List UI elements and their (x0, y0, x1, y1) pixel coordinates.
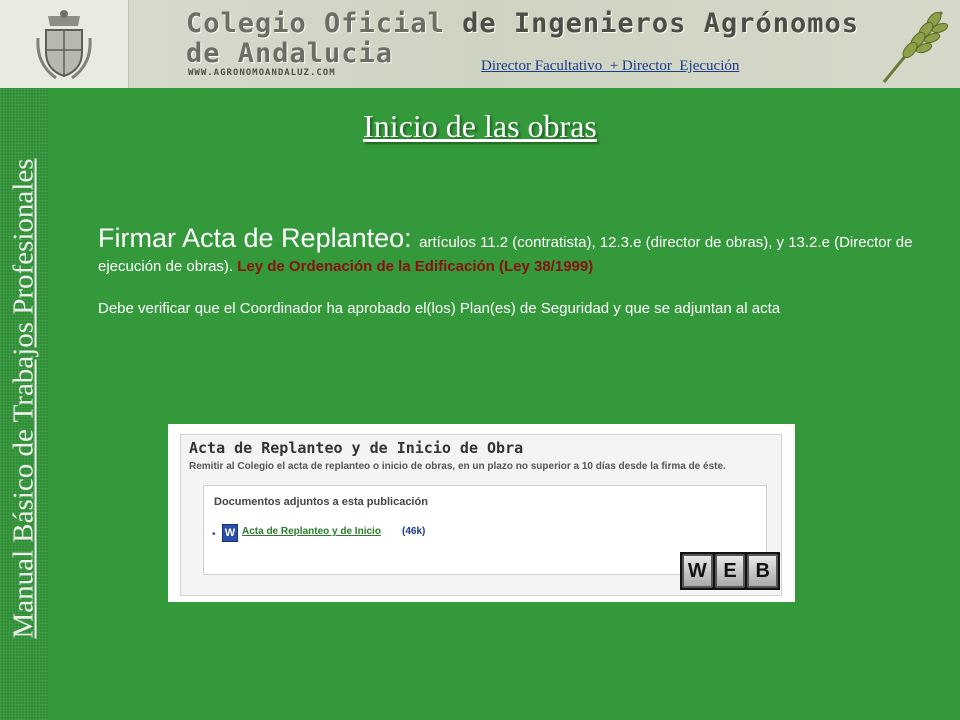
law-reference: Ley de Ordenación de la Edificación (Ley… (237, 258, 594, 275)
web-keys-badge[interactable]: W E B (680, 552, 780, 590)
para1-heading: Firmar Acta de Replanteo: (98, 223, 420, 253)
page-title: Inicio de las obras (363, 108, 597, 144)
coat-of-arms-icon (36, 10, 92, 80)
sidebar-band: Manual Básico de Trabajos Profesionales (0, 88, 48, 720)
sidebar-title-container: Manual Básico de Trabajos Profesionales (2, 88, 46, 708)
file-size: (46k) (402, 526, 426, 537)
key-e: E (714, 554, 746, 588)
coordinator-paragraph: Debe verificar que el Coordinador ha apr… (98, 300, 781, 317)
key-w: W (682, 554, 713, 588)
crest-container (0, 0, 129, 88)
word-document-icon[interactable]: W (222, 524, 238, 542)
header-banner: Colegio Oficial de Ingenieros Agrónomos … (0, 0, 960, 88)
acta-replanteo-paragraph: Firmar Acta de Replanteo: artículos 11.2… (98, 223, 928, 279)
attachments-label: Documentos adjuntos a esta publicación (214, 496, 428, 508)
acta-document-link[interactable]: Acta de Replanteo y de Inicio (242, 526, 381, 537)
key-b: B (747, 554, 779, 588)
screenshot-description: Remitir al Colegio el acta de replanteo … (189, 461, 726, 472)
list-bullet: • (212, 529, 216, 540)
director-link[interactable]: Director Facultativo + Director Ejecució… (481, 58, 739, 75)
screenshot-title: Acta de Replanteo y de Inicio de Obra (189, 439, 524, 457)
banner-url: WWW.AGRONOMOANDALUZ.COM (188, 68, 336, 78)
sidebar-title: Manual Básico de Trabajos Profesionales (7, 157, 40, 639)
banner-subtitle: de Andalucia (186, 38, 394, 69)
wheat-icon (882, 11, 949, 83)
banner-title: Colegio Oficial de Ingenieros Agrónomos (186, 8, 859, 39)
